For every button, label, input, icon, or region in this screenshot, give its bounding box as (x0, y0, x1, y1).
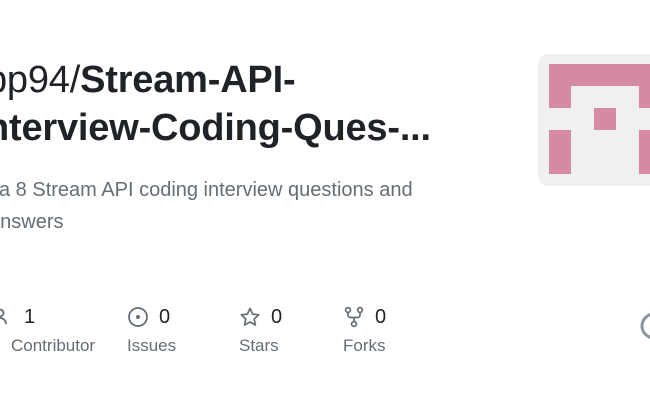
identicon-image (549, 64, 650, 174)
star-icon (239, 306, 261, 328)
stat-forks[interactable]: 0 Forks (343, 302, 386, 356)
stat-contributors[interactable]: 1 Contributor (0, 302, 95, 356)
repo-description: va 8 Stream API coding interview questio… (0, 179, 413, 233)
issue-icon (127, 306, 149, 328)
github-logo-icon (640, 312, 650, 340)
repo-name-part-2[interactable]: nterview-Coding-Ques-... (0, 104, 486, 152)
stat-stars[interactable]: 0 Stars (239, 302, 282, 356)
fork-icon (343, 306, 365, 328)
repo-name-part-1[interactable]: Stream-API- (80, 59, 296, 101)
forks-count: 0 (375, 305, 387, 328)
stars-label: Stars (239, 336, 279, 355)
forks-label: Forks (343, 336, 386, 355)
contributors-label: Contributor (11, 336, 96, 355)
stat-issues[interactable]: 0 Issues (127, 302, 176, 356)
repo-stats: 1 Contributor 0 Issues 0 Stars 0 Forks (0, 302, 650, 362)
repo-owner[interactable]: pp94/ (0, 59, 80, 101)
repo-title[interactable]: pp94/Stream-API- nterview-Coding-Ques-..… (0, 56, 486, 152)
owner-avatar-identicon[interactable] (538, 54, 650, 186)
stars-count: 0 (271, 305, 283, 328)
issues-count: 0 (159, 305, 171, 328)
contributors-count: 1 (24, 305, 36, 328)
repo-title-line-1: pp94/Stream-API- (0, 56, 486, 104)
issues-label: Issues (127, 336, 177, 355)
people-icon (0, 306, 14, 328)
